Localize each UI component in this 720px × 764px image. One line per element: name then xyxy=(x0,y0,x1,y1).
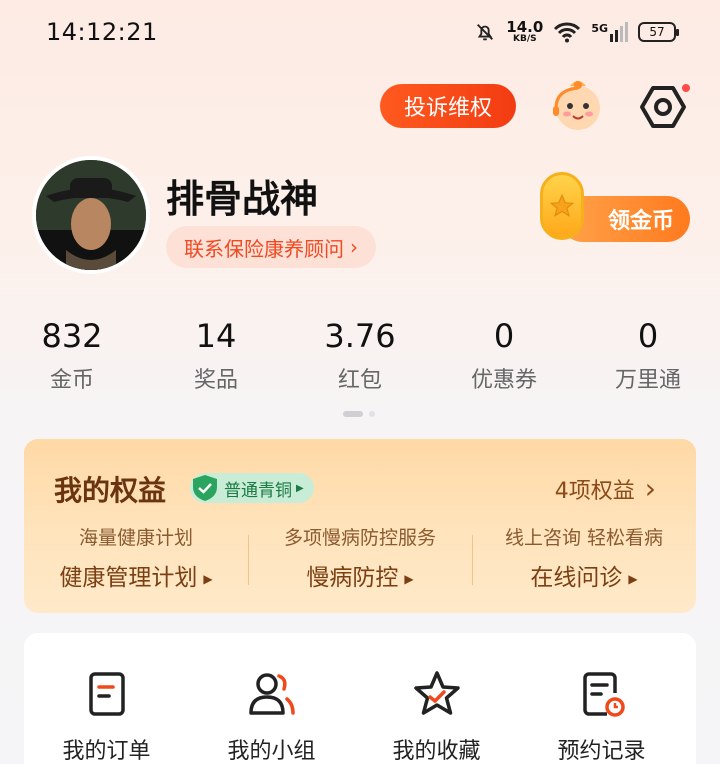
benefit-health-plan[interactable]: 海量健康计划 健康管理计划 ▶ xyxy=(24,523,248,592)
caret-right-icon: ▶ xyxy=(203,571,213,586)
gear-icon xyxy=(640,86,686,128)
menu-card: 我的订单 我的小组 我的收藏 预约记录 xyxy=(24,633,696,764)
stat-coins[interactable]: 832 金币 xyxy=(0,314,144,394)
advisor-link[interactable]: 联系保险康养顾问 › xyxy=(166,226,376,268)
menu-my-favorites[interactable]: 我的收藏 xyxy=(354,669,519,764)
signal-indicator: 5G xyxy=(591,22,628,42)
menu-my-groups[interactable]: 我的小组 xyxy=(189,669,354,764)
advisor-link-label: 联系保险康养顾问 xyxy=(184,236,344,261)
complaint-button[interactable]: 投诉维权 xyxy=(380,84,516,128)
benefit-online-consult[interactable]: 线上咨询 轻松看病 在线问诊 ▶ xyxy=(472,523,696,592)
group-icon xyxy=(248,673,295,715)
chevron-right-icon: › xyxy=(644,472,656,505)
stat-prizes[interactable]: 14 奖品 xyxy=(144,314,288,394)
appointment-icon xyxy=(582,672,625,717)
wifi-icon xyxy=(554,22,581,43)
caret-right-icon: ▶ xyxy=(296,482,304,494)
status-bar: 14:12:21 14.0 KB/S 5G 57 xyxy=(0,0,720,64)
clock: 14:12:21 xyxy=(46,18,158,46)
mute-bell-icon xyxy=(477,24,494,41)
status-icons: 14.0 KB/S 5G 57 xyxy=(474,16,679,48)
net-speed: 14.0 KB/S xyxy=(506,18,544,44)
mascot-icon[interactable] xyxy=(548,74,608,134)
stat-coupons[interactable]: 0 优惠券 xyxy=(432,314,576,394)
avatar[interactable] xyxy=(32,156,150,274)
order-icon xyxy=(88,672,125,716)
benefit-chronic-disease[interactable]: 多项慢病防控服务 慢病防控 ▶ xyxy=(248,523,472,592)
username: 排骨战神 xyxy=(166,177,319,221)
chevron-right-icon: › xyxy=(350,235,358,259)
caret-right-icon: ▶ xyxy=(628,571,638,586)
page-indicator xyxy=(343,411,375,417)
shield-check-icon xyxy=(193,475,217,501)
settings-button[interactable] xyxy=(638,82,690,132)
coin-star-icon xyxy=(540,172,584,240)
star-icon xyxy=(413,671,460,715)
benefits-card[interactable]: 我的权益 普通青铜 ▶ 4项权益 › 海量健康计划 健康管理计划 ▶ 多项慢病防控… xyxy=(24,439,696,613)
member-level-badge: 普通青铜 ▶ xyxy=(190,473,314,503)
stat-wanlitong[interactable]: 0 万里通 xyxy=(576,314,720,394)
collect-coins-button[interactable]: 领金币 xyxy=(540,170,692,246)
caret-right-icon: ▶ xyxy=(404,571,414,586)
avatar-image xyxy=(36,160,146,270)
stats-row: 832 金币 14 奖品 3.76 红包 0 优惠券 0 万里通 xyxy=(0,314,720,394)
menu-my-orders[interactable]: 我的订单 xyxy=(24,669,189,764)
battery-icon: 57 xyxy=(638,22,679,42)
stat-red-packets[interactable]: 3.76 红包 xyxy=(288,314,432,394)
notification-dot xyxy=(682,84,690,92)
menu-appointments[interactable]: 预约记录 xyxy=(519,669,684,764)
benefits-title: 我的权益 xyxy=(54,474,167,507)
benefits-count-link[interactable]: 4项权益 › xyxy=(555,473,656,505)
